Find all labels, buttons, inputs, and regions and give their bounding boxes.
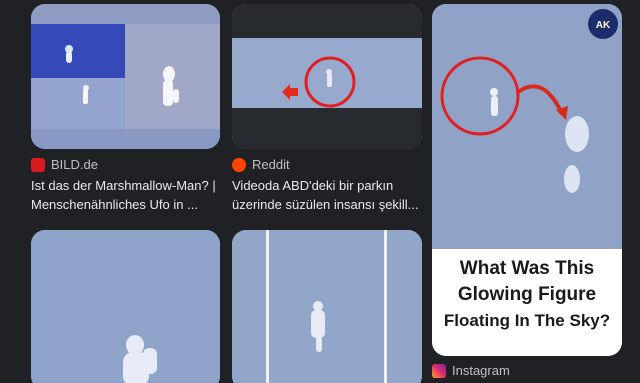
reddit-favicon-icon — [232, 157, 246, 172]
result-source[interactable]: BILD.de — [31, 157, 98, 172]
result-source[interactable]: Instagram — [432, 363, 510, 378]
result-thumbnail[interactable]: AK What Was This Glowing Figure Floating… — [432, 4, 622, 356]
glowing-figure-image: AK What Was This Glowing Figure Floating… — [432, 4, 622, 356]
bild-favicon-icon — [31, 157, 45, 172]
figure-between-poles-image — [232, 230, 422, 383]
ufo-circled-image — [232, 4, 422, 149]
result-thumbnail[interactable] — [31, 230, 220, 383]
overlay-line1: What Was This — [460, 258, 594, 279]
result-source-name: Reddit — [252, 157, 290, 172]
result-title-line1[interactable]: Ist das der Marshmallow-Man? | — [31, 176, 221, 195]
result-title-line2[interactable]: Menschenähnliches Ufo in ... — [31, 195, 221, 214]
overlay-line3: Floating In The Sky? — [444, 311, 610, 330]
channel-badge: AK — [596, 20, 611, 31]
instagram-favicon-icon — [432, 363, 446, 378]
result-thumbnail[interactable] — [232, 4, 422, 149]
result-source-name: BILD.de — [51, 157, 98, 172]
result-thumbnail[interactable] — [31, 4, 220, 149]
result-source-name: Instagram — [452, 363, 510, 378]
result-title-line1[interactable]: Videoda ABD'deki bir parkın — [232, 176, 422, 195]
result-source[interactable]: Reddit — [232, 157, 290, 172]
result-title-line2[interactable]: üzerinde süzülen insansı şekill... — [232, 195, 422, 214]
overlay-line2: Glowing Figure — [458, 284, 596, 305]
result-thumbnail[interactable] — [232, 230, 422, 383]
glowing-figure-closeup-image — [31, 230, 220, 383]
ufo-collage-image — [31, 4, 220, 149]
